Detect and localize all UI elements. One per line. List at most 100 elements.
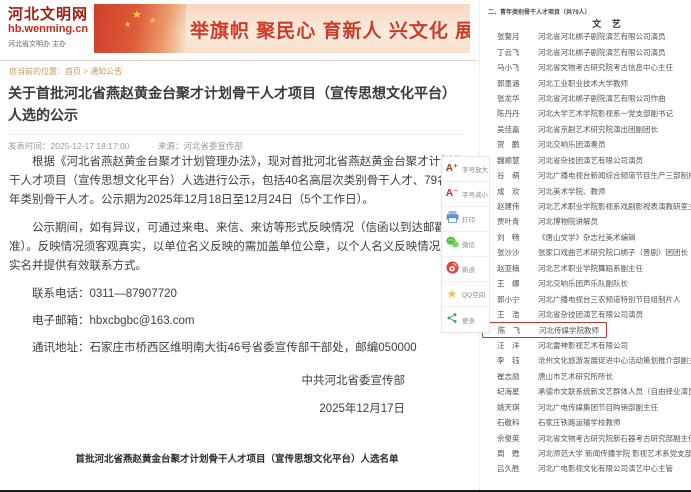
font-decrease-icon: A⁻ bbox=[445, 189, 459, 199]
share-wechat-button[interactable]: 微信 bbox=[442, 232, 489, 257]
list-item: 贺 鹏 河北交响乐团演奏员 bbox=[480, 137, 691, 152]
list-item: 佘俊英 河北省文物考古研究院新石器考古研究部副主任 bbox=[480, 430, 691, 445]
font-increase-button[interactable]: A⁺ 字号放大 bbox=[442, 157, 489, 182]
person-name: 汪 洋 bbox=[497, 340, 538, 351]
contact-phone: 联系电话：0311—87907720 bbox=[9, 285, 465, 304]
person-org: 河北工业职业技术大学教师 bbox=[538, 78, 628, 89]
list-item: 吕久胜 河北广电影视文化有限公司演艺中心主管 bbox=[480, 461, 691, 476]
person-name: 陈丹丹 bbox=[497, 108, 538, 119]
person-name: 王 娜 bbox=[497, 278, 538, 289]
banner-slogan: 举旗帜 聚民心 育新人 兴文化 展形象 bbox=[190, 16, 466, 43]
font-decrease-button[interactable]: A⁻ 字号减小 bbox=[442, 182, 489, 207]
person-org: 河北美术学院、教师 bbox=[538, 186, 606, 197]
person-org: 河北师范大学 新闻传播学院 影视艺术系党支部书记 bbox=[538, 448, 691, 459]
list-item: 贾叶青 河北博物院讲解员 bbox=[480, 214, 691, 229]
article-body: 根据《河北省燕赵黄金台聚才计划管理办法》，现对首批河北省燕赵黄金台聚才计划骨干人… bbox=[9, 153, 465, 469]
person-org: 河北广播电视台新闻综合频道节目生产三部制片人 bbox=[538, 170, 691, 181]
contact-email: 电子邮箱：hbxcbgbc@163.com bbox=[9, 312, 465, 331]
list-item-highlighted: 陈 飞 河北传媒学院教师 bbox=[482, 322, 607, 337]
breadcrumb-separator: > bbox=[83, 67, 88, 76]
signature-block: 中共河北省委宣传部 2025年12月17日 bbox=[9, 372, 465, 419]
breadcrumb-category-link[interactable]: 通知公告 bbox=[90, 67, 122, 76]
list-item: 谷 萌 河北广播电视台新闻综合频道节目生产三部制片人 bbox=[480, 168, 691, 183]
print-button[interactable]: 打印 bbox=[442, 207, 489, 232]
site-logo[interactable]: 河北文明网 hb.wenming.cn 河北省文明办 主办 bbox=[8, 6, 94, 49]
breadcrumb-home-link[interactable]: 首页 bbox=[65, 67, 81, 76]
paragraph: 根据《河北省燕赵黄金台聚才计划管理办法》，现对首批河北省燕赵黄金台聚才计划骨干人… bbox=[9, 153, 465, 210]
person-org: 承德市文联系统新文艺群体人员（自由择业演员、歌手） bbox=[538, 386, 691, 397]
name-list-section-heading: 二、青年类别骨干人才项目（共79人） bbox=[488, 7, 591, 16]
person-name: 张龙华 bbox=[497, 93, 538, 104]
site-logo-host: 河北省文明办 主办 bbox=[8, 39, 94, 49]
print-icon bbox=[445, 211, 459, 227]
article-meta: 发表时间：2025-12-17 18:17:00 来源：河北省委宣传部 bbox=[8, 134, 468, 152]
person-org: 河北省杂技团演艺有限公司演员 bbox=[538, 155, 643, 166]
share-qzone-button[interactable]: ★ QQ空间 bbox=[442, 282, 489, 307]
list-item: 丁云飞 河北省河北梆子剧院演艺有限公司演员 bbox=[480, 44, 691, 59]
person-name: 贺 鹏 bbox=[497, 139, 538, 150]
paragraph: 公示期间，如有异议，可通过来电、来信、来访等形式反映情况（信函以到达邮戳为准）。… bbox=[9, 219, 465, 276]
header-divider bbox=[0, 60, 478, 61]
list-item: 郭小宁 河北广播电视台三农频道特别节目组制片人 bbox=[480, 291, 691, 306]
signature-org: 中共河北省委宣传部 bbox=[9, 372, 405, 391]
person-name: 陈 飞 bbox=[498, 325, 539, 336]
list-item: 李 钰 沧州文化旅游发展促进中心活动策划推介部副主任 bbox=[480, 353, 691, 368]
name-list-title: 首批河北省燕赵黄金台聚才计划骨干人才项目（宣传思想文化平台）人选名单 bbox=[9, 450, 465, 469]
person-org: 河北广电影视文化有限公司演艺中心主管 bbox=[538, 463, 673, 474]
list-item: 吴佳嘉 河北省京剧艺术研究院演出团副团长 bbox=[480, 122, 691, 137]
list-item: 陈丹丹 河北大学艺术学院影视系一党支部副书记 bbox=[480, 106, 691, 121]
signature-date: 2025年12月17日 bbox=[9, 400, 405, 419]
header-banner: ★ ★ ★ 举旗帜 聚民心 育新人 兴文化 展形象 bbox=[94, 4, 470, 53]
person-org: 河北省杂技团演艺有限公司演员 bbox=[538, 309, 643, 320]
list-item: 张龙华 河北省河北梆子剧院演艺有限公司作曲 bbox=[480, 91, 691, 106]
person-name: 吕久胜 bbox=[497, 463, 538, 474]
person-name: 成 欢 bbox=[497, 186, 538, 197]
person-name: 张沙沙 bbox=[497, 247, 538, 258]
list-item: 周 甦 河北师范大学 新闻传播学院 影视艺术系党支部书记 bbox=[480, 446, 691, 461]
site-logo-title[interactable]: 河北文明网 bbox=[8, 6, 94, 23]
share-more-button[interactable]: 更多 bbox=[442, 307, 489, 332]
person-name: 郭墨涵 bbox=[497, 78, 538, 89]
list-item: 崔志勋 唐山市艺术研究所所长 bbox=[480, 369, 691, 384]
person-org: 唐山市艺术研究所所长 bbox=[538, 371, 613, 382]
share-weibo-button[interactable]: 新浪 bbox=[442, 257, 489, 282]
breadcrumb-label: 您当前的位置： bbox=[9, 67, 65, 76]
person-name: 谷 萌 bbox=[497, 170, 538, 181]
share-more-icon bbox=[445, 312, 459, 328]
person-org: 河北省京剧艺术研究院演出团副团长 bbox=[538, 124, 658, 135]
person-name: 赵亚楠 bbox=[497, 263, 538, 274]
person-name: 李 钰 bbox=[497, 355, 538, 366]
person-org: 河北艺术职业学院舞蹈系副主任 bbox=[538, 263, 643, 274]
breadcrumb: 您当前的位置：首页 > 通知公告 bbox=[9, 66, 122, 77]
site-logo-url[interactable]: hb.wenming.cn bbox=[8, 23, 94, 36]
person-name: 马小飞 bbox=[497, 62, 538, 73]
list-item: 汪 洋 河北雷神影视艺术有限公司 bbox=[480, 338, 691, 353]
publish-time: 发表时间：2025-12-17 18:17:00 bbox=[8, 141, 129, 151]
page-title: 关于首批河北省燕赵黄金台聚才计划骨干人才项目（宣传思想文化平台）人选的公示 bbox=[8, 82, 468, 126]
person-org: 河北省河北梆子剧院演艺有限公司作曲 bbox=[538, 93, 666, 104]
person-name: 贾叶青 bbox=[497, 216, 538, 227]
person-name: 周 甦 bbox=[497, 448, 538, 459]
person-name: 魏顺慧 bbox=[497, 155, 538, 166]
person-org: 《唐山文学》杂志社美术编辑 bbox=[538, 232, 636, 243]
person-name: 王 浩 bbox=[497, 309, 538, 320]
wechat-icon bbox=[445, 236, 459, 252]
person-org: 河北交响乐团演奏员 bbox=[538, 139, 606, 150]
person-name: 赵建伟 bbox=[497, 201, 538, 212]
person-org: 河北省河北梆子剧院演艺有限公司演员 bbox=[538, 47, 666, 58]
person-name: 吴佳嘉 bbox=[497, 124, 538, 135]
list-item: 姚天琪 河北广电传媒集团节目购销部副主任 bbox=[480, 400, 691, 415]
list-item: 王 娜 河北交响乐团声乐队副队长 bbox=[480, 276, 691, 291]
person-name: 丁云飞 bbox=[497, 47, 538, 58]
list-item: 赵建伟 河北艺术职业学院影视系戏剧影视表演教研室主任 bbox=[480, 199, 691, 214]
list-item: 郭墨涵 河北工业职业技术大学教师 bbox=[480, 75, 691, 90]
person-name: 郭小宁 bbox=[497, 294, 538, 305]
person-name: 石敬科 bbox=[497, 417, 538, 428]
person-org: 石家庄铁路运输学校教师 bbox=[538, 417, 621, 428]
weibo-icon bbox=[445, 261, 459, 278]
person-name: 张警月 bbox=[497, 31, 538, 42]
list-item: 成 欢 河北美术学院、教师 bbox=[480, 183, 691, 198]
red-flag-icon: ★ ★ ★ bbox=[94, 4, 186, 53]
person-org: 河北博物院讲解员 bbox=[538, 216, 598, 227]
panel-rows: 张警月 河北省河北梆子剧院演艺有限公司演员 丁云飞 河北省河北梆子剧院演艺有限公… bbox=[480, 29, 691, 477]
